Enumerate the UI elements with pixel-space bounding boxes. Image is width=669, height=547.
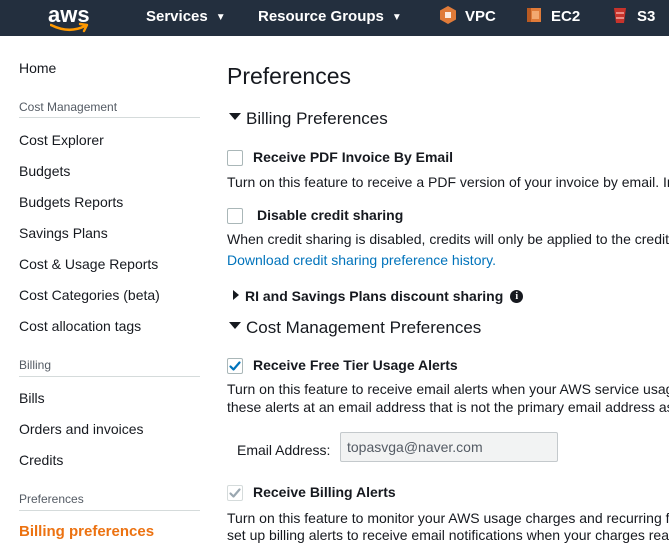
- aws-logo[interactable]: aws: [48, 2, 92, 33]
- s3-label: S3: [637, 8, 656, 25]
- sidebar-item-budgets[interactable]: Budgets: [19, 163, 70, 179]
- sidebar-item-budgets-reports[interactable]: Budgets Reports: [19, 194, 123, 210]
- pdf-invoice-label[interactable]: Receive PDF Invoice By Email: [253, 149, 453, 165]
- checkmark-icon: [229, 361, 241, 371]
- sidebar: Home Cost Management Cost Explorer Budge…: [0, 36, 200, 547]
- billing-preferences-title: Billing Preferences: [246, 109, 388, 128]
- free-tier-alerts-label[interactable]: Receive Free Tier Usage Alerts: [253, 357, 458, 373]
- sidebar-item-credits[interactable]: Credits: [19, 452, 63, 468]
- s3-icon: [614, 8, 626, 24]
- services-label: Services: [146, 8, 208, 25]
- billing-alerts-label[interactable]: Receive Billing Alerts: [253, 484, 396, 500]
- caret-right-icon: [233, 290, 239, 301]
- checkmark-icon: [229, 488, 241, 498]
- email-address-input[interactable]: [340, 432, 558, 462]
- free-tier-description-line2: these alerts at an email address that is…: [227, 399, 669, 415]
- ec2-icon: [527, 8, 541, 23]
- sidebar-item-cost-categories[interactable]: Cost Categories (beta): [19, 287, 160, 303]
- sidebar-section-billing: Billing: [19, 358, 52, 372]
- sidebar-item-bills[interactable]: Bills: [19, 390, 45, 406]
- sidebar-divider: [19, 510, 200, 511]
- ec2-shortcut[interactable]: EC2: [525, 0, 580, 36]
- top-navigation-bar: aws Services ▼ Resource Groups ▼ VPC EC2 S…: [0, 0, 669, 36]
- billing-preferences-heading[interactable]: Billing Preferences: [229, 109, 388, 129]
- sidebar-item-cost-usage-reports[interactable]: Cost & Usage Reports: [19, 256, 158, 272]
- chevron-down-icon: ▼: [391, 12, 402, 23]
- sidebar-section-preferences: Preferences: [19, 492, 84, 506]
- cost-management-preferences-title: Cost Management Preferences: [246, 318, 482, 337]
- resource-groups-label: Resource Groups: [258, 8, 384, 25]
- billing-alerts-description-line2: set up billing alerts to receive email n…: [227, 527, 669, 543]
- services-menu[interactable]: Services ▼: [146, 0, 226, 36]
- main-content: Preferences Billing Preferences Receive …: [227, 36, 669, 547]
- vpc-shortcut[interactable]: VPC: [439, 0, 496, 36]
- ri-savings-sharing-label: RI and Savings Plans discount sharing: [245, 288, 504, 304]
- sidebar-divider: [19, 376, 200, 377]
- sidebar-section-cost-management: Cost Management: [19, 100, 118, 114]
- sidebar-item-savings-plans[interactable]: Savings Plans: [19, 225, 108, 241]
- page-title: Preferences: [227, 63, 352, 89]
- credit-sharing-history-link[interactable]: Download credit sharing preference histo…: [227, 252, 496, 268]
- caret-down-icon: [229, 322, 241, 330]
- credit-sharing-description: When credit sharing is disabled, credits…: [227, 231, 669, 247]
- billing-alerts-description-line1: Turn on this feature to monitor your AWS…: [227, 510, 669, 526]
- chevron-down-icon: ▼: [215, 12, 226, 23]
- resource-groups-menu[interactable]: Resource Groups ▼: [258, 0, 402, 36]
- credit-sharing-label[interactable]: Disable credit sharing: [257, 207, 403, 223]
- pdf-invoice-checkbox[interactable]: [227, 150, 243, 166]
- info-icon[interactable]: i: [510, 289, 524, 303]
- email-address-label: Email Address:: [237, 442, 331, 458]
- cost-management-preferences-heading[interactable]: Cost Management Preferences: [229, 318, 481, 338]
- pdf-invoice-description: Turn on this feature to receive a PDF ve…: [227, 174, 669, 190]
- sidebar-item-billing-preferences[interactable]: Billing preferences: [19, 523, 154, 540]
- sidebar-item-home[interactable]: Home: [19, 60, 56, 76]
- free-tier-alerts-checkbox[interactable]: [227, 358, 243, 374]
- caret-down-icon: [229, 113, 241, 121]
- sidebar-item-orders-invoices[interactable]: Orders and invoices: [19, 421, 144, 437]
- sidebar-divider: [19, 117, 200, 118]
- vpc-label: VPC: [465, 8, 496, 25]
- billing-alerts-checkbox[interactable]: [227, 485, 243, 501]
- free-tier-description-line1: Turn on this feature to receive email al…: [227, 381, 669, 397]
- sidebar-item-cost-explorer[interactable]: Cost Explorer: [19, 132, 104, 148]
- credit-sharing-checkbox[interactable]: [227, 208, 243, 224]
- aws-smile-icon: [50, 22, 89, 33]
- s3-shortcut[interactable]: S3: [611, 0, 655, 36]
- ec2-label: EC2: [551, 8, 581, 25]
- ri-savings-sharing-toggle[interactable]: RI and Savings Plans discount sharing i: [233, 288, 524, 304]
- vpc-icon: [440, 6, 456, 25]
- sidebar-item-cost-allocation-tags[interactable]: Cost allocation tags: [19, 318, 141, 334]
